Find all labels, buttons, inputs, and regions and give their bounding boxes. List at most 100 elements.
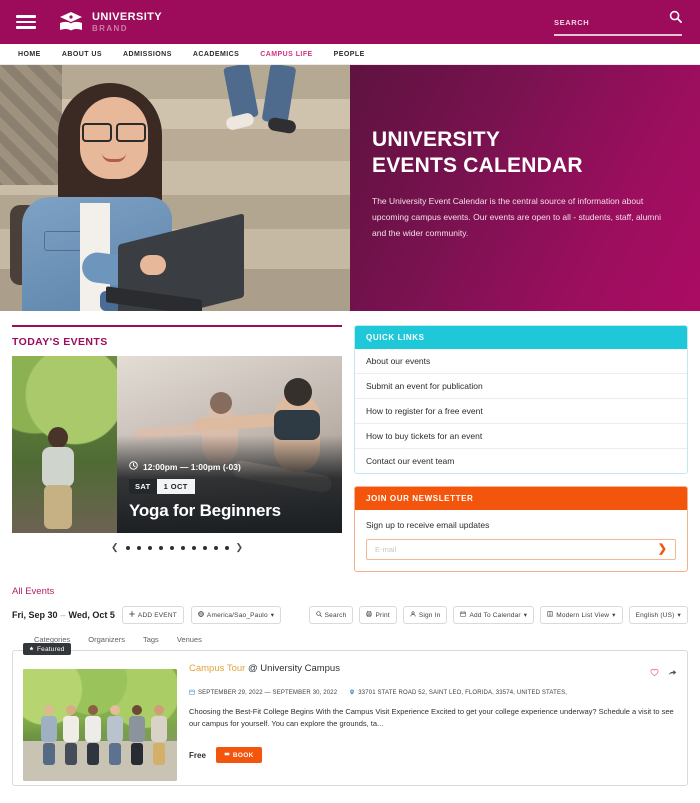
chevron-down-icon: ▾ bbox=[523, 612, 528, 619]
slide-caption: 12:00pm — 1:00pm (-03) SAT 1 OCT Yoga fo… bbox=[117, 435, 342, 533]
brand-line1: UNIVERSITY bbox=[92, 10, 163, 23]
event-details: Campus Tour @ University Campus SEPTEMBE… bbox=[177, 663, 677, 775]
search-button-label: Search bbox=[324, 611, 347, 619]
plus-icon bbox=[128, 611, 135, 619]
nav-item-campus-life[interactable]: CAMPUS LIFE bbox=[260, 51, 312, 58]
slide-title[interactable]: Yoga for Beginners bbox=[129, 501, 330, 521]
content-area: TODAY'S EVENTS 12:00pm — 1:00pm (-03) SA… bbox=[0, 311, 700, 572]
date-to: Wed, Oct 5 bbox=[68, 610, 115, 620]
language-label: English (US) bbox=[635, 611, 675, 619]
toolbar-button-group: Search Print Sign In Add To Calendar ▾ M… bbox=[308, 606, 688, 624]
map-pin-icon bbox=[349, 689, 355, 697]
event-title-highlight: Campus Tour bbox=[189, 663, 246, 674]
print-button-label: Print bbox=[375, 611, 390, 619]
brand-text: UNIVERSITY BRAND bbox=[92, 10, 163, 33]
star-icon bbox=[29, 645, 34, 653]
clock-icon bbox=[129, 461, 138, 472]
newsletter-title: JOIN OUR NEWSLETTER bbox=[355, 487, 687, 510]
carousel-dot[interactable] bbox=[224, 545, 229, 550]
carousel-dot[interactable] bbox=[158, 545, 163, 550]
nav-item-admissions[interactable]: ADMISSIONS bbox=[123, 51, 172, 58]
view-mode-selector[interactable]: Modern List View ▾ bbox=[540, 606, 623, 624]
add-to-calendar-button[interactable]: Add To Calendar ▾ bbox=[453, 606, 535, 624]
event-price: Free bbox=[189, 750, 206, 760]
timezone-selector[interactable]: America/Sao_Paulo ▾ bbox=[190, 606, 282, 624]
list-icon bbox=[547, 611, 553, 619]
timezone-label: America/Sao_Paulo bbox=[206, 611, 268, 619]
sign-in-button[interactable]: Sign In bbox=[402, 606, 448, 624]
heart-icon[interactable] bbox=[650, 664, 659, 682]
quick-link-buy-tickets[interactable]: How to buy tickets for an event bbox=[355, 424, 687, 449]
carousel-dot[interactable] bbox=[136, 545, 141, 550]
event-meta: SEPTEMBER 29, 2022 — SEPTEMBER 30, 2022 … bbox=[189, 689, 677, 697]
newsletter-email-input[interactable] bbox=[375, 545, 658, 554]
site-header: UNIVERSITY BRAND bbox=[0, 0, 700, 44]
nav-item-home[interactable]: HOME bbox=[18, 51, 41, 58]
carousel-slide-previous[interactable] bbox=[12, 356, 117, 533]
quick-link-submit-event[interactable]: Submit an event for publication bbox=[355, 374, 687, 399]
hero-image bbox=[0, 65, 350, 311]
carousel-dot[interactable] bbox=[125, 545, 130, 550]
quick-link-about-our-events[interactable]: About our events bbox=[355, 349, 687, 374]
carousel-dot[interactable] bbox=[147, 545, 152, 550]
hero-description: The University Event Calendar is the cen… bbox=[372, 196, 661, 238]
carousel-dot[interactable] bbox=[180, 545, 185, 550]
tab-organizers[interactable]: Organizers bbox=[88, 635, 125, 644]
nav-item-about-us[interactable]: ABOUT US bbox=[62, 51, 102, 58]
event-title-rest: @ University Campus bbox=[245, 663, 340, 674]
ticket-icon bbox=[224, 751, 230, 759]
view-mode-label: Modern List View bbox=[556, 611, 610, 619]
event-card[interactable]: Featured Campus Tour @ University Campus bbox=[12, 643, 688, 786]
print-button[interactable]: Print bbox=[359, 606, 397, 624]
event-location-text: 33701 STATE ROAD 52, SAINT LEO, FLORIDA,… bbox=[358, 690, 568, 696]
share-icon[interactable] bbox=[668, 664, 677, 682]
event-footer: Free BOOK bbox=[189, 747, 677, 764]
add-to-calendar-label: Add To Calendar bbox=[469, 611, 521, 619]
book-button-label: BOOK bbox=[232, 751, 254, 759]
section-divider bbox=[12, 325, 342, 327]
nav-item-academics[interactable]: ACADEMICS bbox=[193, 51, 239, 58]
date-range[interactable]: Fri, Sep 30– Wed, Oct 5 bbox=[12, 610, 115, 620]
hamburger-icon[interactable] bbox=[16, 15, 36, 29]
event-date: SEPTEMBER 29, 2022 — SEPTEMBER 30, 2022 bbox=[189, 689, 337, 697]
carousel-dot[interactable] bbox=[169, 545, 174, 550]
site-logo[interactable]: UNIVERSITY BRAND bbox=[58, 10, 162, 34]
hero-section: UNIVERSITY EVENTS CALENDAR The Universit… bbox=[0, 65, 700, 311]
nav-item-people[interactable]: PEOPLE bbox=[334, 51, 365, 58]
newsletter-submit-icon[interactable]: ❯ bbox=[658, 544, 667, 555]
calendar-icon bbox=[460, 611, 467, 619]
chevron-down-icon: ▾ bbox=[612, 612, 616, 619]
slide-time-text: 12:00pm — 1:00pm (-03) bbox=[143, 461, 241, 472]
search-button[interactable]: Search bbox=[308, 606, 354, 624]
featured-label: Featured bbox=[37, 645, 65, 653]
main-navigation: HOME ABOUT US ADMISSIONS ACADEMICS CAMPU… bbox=[0, 44, 700, 65]
quick-links-title: QUICK LINKS bbox=[355, 326, 687, 349]
book-button[interactable]: BOOK bbox=[215, 747, 262, 764]
graduation-book-icon bbox=[58, 10, 84, 34]
chevron-left-icon[interactable]: ❮ bbox=[111, 542, 119, 553]
tab-venues[interactable]: Venues bbox=[177, 635, 202, 644]
date-from: Fri, Sep 30 bbox=[12, 610, 58, 620]
carousel-dot[interactable] bbox=[213, 545, 218, 550]
chevron-right-icon[interactable]: ❯ bbox=[236, 542, 244, 553]
language-selector[interactable]: English (US) ▾ bbox=[628, 606, 688, 624]
events-carousel[interactable]: 12:00pm — 1:00pm (-03) SAT 1 OCT Yoga fo… bbox=[12, 356, 342, 533]
search-input[interactable] bbox=[554, 18, 654, 27]
event-title[interactable]: Campus Tour @ University Campus bbox=[189, 663, 650, 674]
carousel-dot[interactable] bbox=[191, 545, 196, 550]
carousel-dot[interactable] bbox=[202, 545, 207, 550]
slide-date-chip: 1 OCT bbox=[156, 479, 195, 494]
quick-link-register-free-event[interactable]: How to register for a free event bbox=[355, 399, 687, 424]
event-thumbnail[interactable] bbox=[23, 669, 177, 781]
chevron-down-icon: ▾ bbox=[270, 612, 275, 619]
magnifier-icon bbox=[315, 611, 322, 619]
date-separator: – bbox=[60, 610, 66, 620]
magnifier-icon[interactable] bbox=[669, 10, 682, 28]
hero-text-panel: UNIVERSITY EVENTS CALENDAR The Universit… bbox=[350, 65, 700, 311]
add-event-button[interactable]: ADD EVENT bbox=[121, 606, 184, 624]
tab-tags[interactable]: Tags bbox=[143, 635, 159, 644]
carousel-slide-active[interactable]: 12:00pm — 1:00pm (-03) SAT 1 OCT Yoga fo… bbox=[117, 356, 342, 533]
quick-link-contact-team[interactable]: Contact our event team bbox=[355, 449, 687, 473]
event-description: Choosing the Best-Fit College Begins Wit… bbox=[189, 707, 674, 728]
sign-in-button-label: Sign In bbox=[418, 611, 441, 619]
